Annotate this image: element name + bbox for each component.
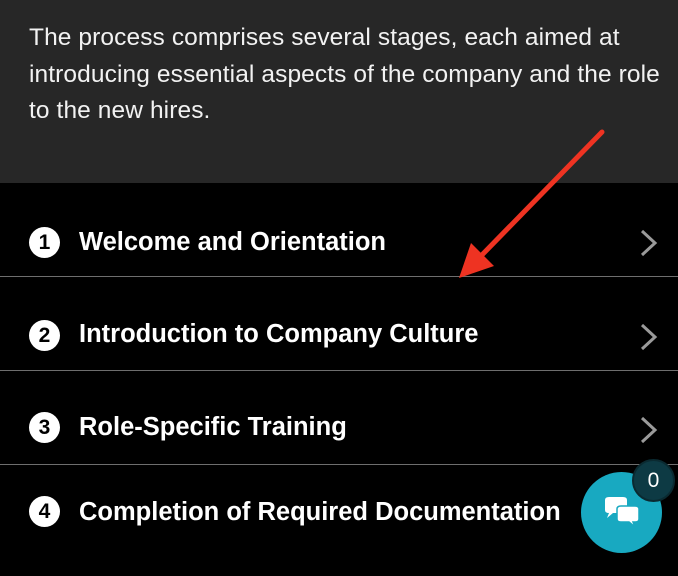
step-label: Welcome and Orientation bbox=[79, 228, 386, 256]
step-label: Role-Specific Training bbox=[79, 413, 347, 441]
chat-bubbles-icon bbox=[605, 497, 640, 528]
intro-section: The process comprises several stages, ea… bbox=[0, 0, 678, 183]
step-label: Completion of Required Documentation bbox=[79, 498, 561, 526]
step-number-badge: 4 bbox=[29, 496, 60, 527]
chevron-right-icon bbox=[640, 229, 658, 257]
step-item-company-culture[interactable]: 2 Introduction to Company Culture bbox=[0, 277, 678, 371]
steps-list: 1 Welcome and Orientation 2 Introduction… bbox=[0, 183, 678, 558]
step-number-badge: 1 bbox=[29, 227, 60, 258]
step-item-welcome-orientation[interactable]: 1 Welcome and Orientation bbox=[0, 183, 678, 277]
chevron-right-icon bbox=[640, 323, 658, 351]
step-label: Introduction to Company Culture bbox=[79, 320, 479, 348]
step-item-documentation[interactable]: 4 Completion of Required Documentation bbox=[0, 465, 678, 558]
intro-text: The process comprises several stages, ea… bbox=[29, 24, 660, 124]
step-number-badge: 2 bbox=[29, 320, 60, 351]
step-item-role-training[interactable]: 3 Role-Specific Training bbox=[0, 371, 678, 465]
step-number-badge: 3 bbox=[29, 412, 60, 443]
chevron-right-icon bbox=[640, 416, 658, 444]
chat-unread-badge: 0 bbox=[632, 459, 675, 502]
